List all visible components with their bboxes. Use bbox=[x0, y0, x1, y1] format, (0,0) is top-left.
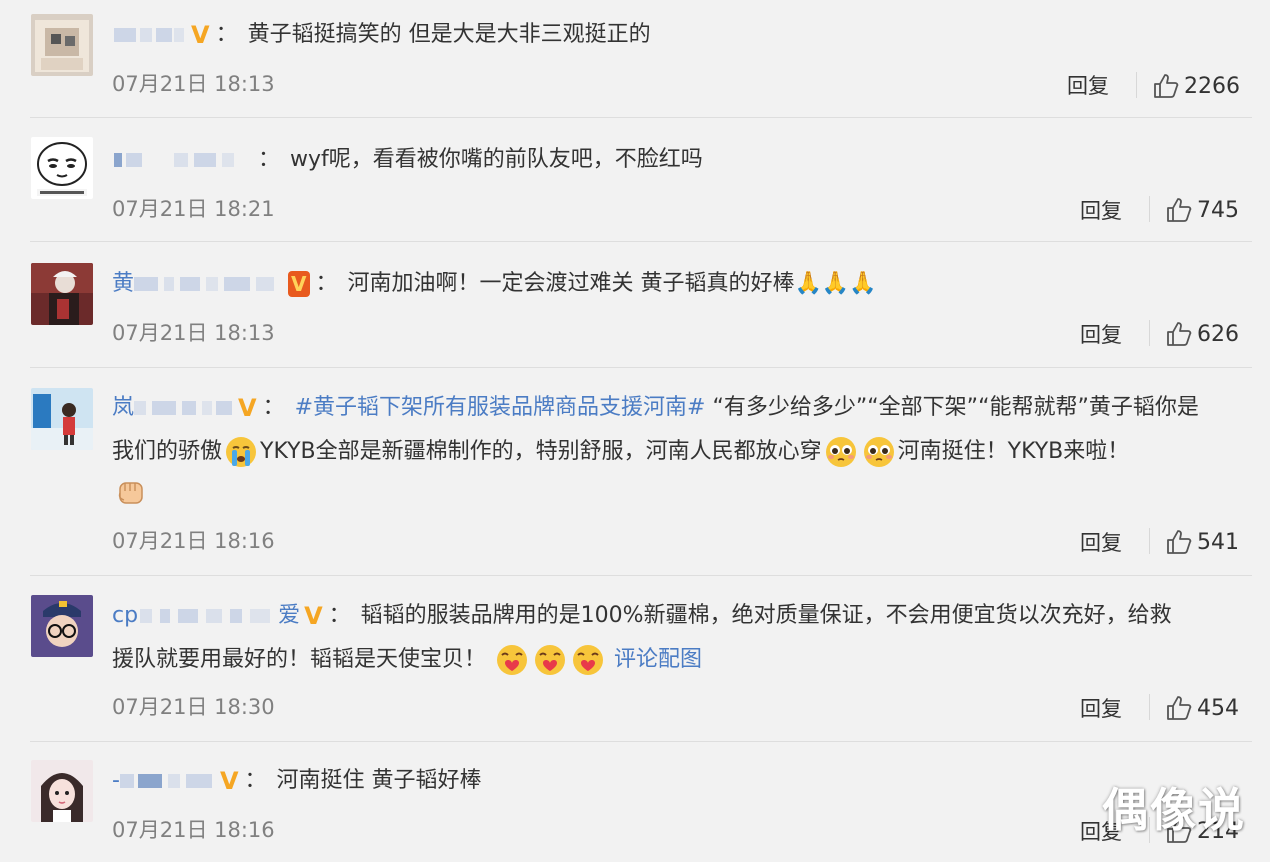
avatar[interactable] bbox=[31, 263, 93, 325]
comment-content: 岚 V： #黄子韬下架所有服装品牌商品支援河南# “有多少给多少”“全部下架”“能… bbox=[112, 393, 1199, 423]
thumbs-up-icon bbox=[1167, 198, 1192, 222]
love-emoji-icon bbox=[495, 643, 529, 677]
comment-text: 河南挺住！YKYB来啦！ bbox=[897, 439, 1130, 464]
comment-time: 07月21日 18:13 bbox=[112, 72, 275, 96]
username[interactable]: - bbox=[112, 768, 120, 793]
avatar[interactable] bbox=[31, 760, 93, 822]
fist-emoji-icon bbox=[114, 475, 148, 509]
username-blurred[interactable] bbox=[119, 770, 216, 792]
thumbs-up-icon bbox=[1167, 696, 1192, 720]
verified-v-icon: V bbox=[288, 271, 310, 297]
comment-divider bbox=[30, 117, 1252, 118]
comment-content-line-3 bbox=[112, 475, 150, 509]
colon: ： bbox=[328, 603, 351, 628]
username-blurred[interactable] bbox=[112, 24, 187, 46]
comment-time: 07月21日 18:16 bbox=[112, 529, 275, 553]
thumbs-up-icon bbox=[1167, 530, 1192, 554]
comment-content: 黄 V： 河南加油啊！一定会渡过难关 黄子韬真的好棒🙏🙏🙏 bbox=[112, 269, 877, 299]
reply-button[interactable]: 回复 bbox=[1080, 319, 1122, 349]
username[interactable]: 黄 bbox=[112, 271, 134, 296]
comment-image-link[interactable]: 评论配图 bbox=[614, 647, 702, 672]
username[interactable]: cp bbox=[112, 603, 138, 628]
avatar[interactable] bbox=[31, 14, 93, 76]
comment-content: V： 黄子韬挺搞笑的 但是大是大非三观挺正的 bbox=[112, 20, 651, 50]
comment-list: V：黄子韬挺搞笑的 但是大是大非三观挺正的 07月21日 18:13 回复 22… bbox=[0, 0, 1270, 862]
verified-v-icon: V bbox=[191, 21, 210, 49]
comment-time: 07月21日 18:16 bbox=[112, 818, 275, 842]
crying-emoji-icon bbox=[224, 435, 258, 469]
topic-hashtag-link[interactable]: #黄子韬下架所有服装品牌商品支援河南# bbox=[295, 395, 706, 420]
like-count: 745 bbox=[1197, 197, 1239, 223]
username[interactable]: 岚 bbox=[112, 395, 134, 420]
verified-v-icon: V bbox=[238, 394, 257, 422]
watermark: 偶像说 bbox=[1102, 783, 1246, 837]
colon: ： bbox=[258, 147, 281, 172]
comment-text: 韬韬的服装品牌用的是100%新疆棉，绝对质量保证，不会用便宜货以次充好，给救 bbox=[360, 603, 1172, 628]
divider bbox=[1149, 196, 1150, 222]
comment-divider bbox=[30, 575, 1252, 576]
thumbs-up-icon bbox=[1154, 74, 1179, 98]
pleading-emoji-icon bbox=[862, 435, 896, 469]
reply-button[interactable]: 回复 bbox=[1080, 527, 1122, 557]
comment-text: 我们的骄傲 bbox=[112, 439, 223, 464]
avatar[interactable] bbox=[31, 388, 93, 450]
like-button[interactable]: 541 bbox=[1165, 528, 1239, 556]
verified-v-icon: V bbox=[219, 767, 239, 795]
divider bbox=[1149, 320, 1150, 346]
thumbs-up-icon bbox=[1167, 322, 1192, 346]
comment-text: 黄子韬挺搞笑的 但是大是大非三观挺正的 bbox=[247, 22, 651, 47]
reply-button[interactable]: 回复 bbox=[1080, 195, 1122, 225]
colon: ： bbox=[244, 768, 267, 793]
like-count: 626 bbox=[1197, 321, 1239, 347]
comment-content: cp 爱 V： 韬韬的服装品牌用的是100%新疆棉，绝对质量保证，不会用便宜货以次充… bbox=[112, 601, 1172, 631]
comment-time: 07月21日 18:13 bbox=[112, 321, 275, 345]
username-suffix[interactable]: 爱 bbox=[278, 603, 300, 628]
comment-content-line-2: 我们的骄傲 YKYB全部是新疆棉制作的，特别舒服，河南人民都放心穿 河南挺住！Y… bbox=[112, 435, 1129, 469]
like-count: 541 bbox=[1197, 529, 1239, 555]
comment-text: “有多少给多少”“全部下架”“能帮就帮”黄子韬你是 bbox=[705, 395, 1199, 420]
pleading-emoji-icon bbox=[824, 435, 858, 469]
username-blurred[interactable] bbox=[134, 273, 284, 295]
like-button[interactable]: 2266 bbox=[1152, 72, 1240, 100]
like-button[interactable]: 745 bbox=[1165, 196, 1239, 224]
like-count: 2266 bbox=[1184, 73, 1240, 99]
comment-text: 河南加油啊！一定会渡过难关 黄子韬真的好棒🙏🙏🙏 bbox=[347, 271, 877, 296]
comment-time: 07月21日 18:30 bbox=[112, 695, 275, 719]
comment-divider bbox=[30, 741, 1252, 742]
like-button[interactable]: 626 bbox=[1165, 320, 1239, 348]
like-button[interactable]: 454 bbox=[1165, 694, 1239, 722]
comment-content: ： wyf呢，看看被你嘴的前队友吧，不脸红吗 bbox=[112, 145, 703, 175]
divider bbox=[1149, 528, 1150, 554]
comment-divider bbox=[30, 367, 1252, 368]
comment-time: 07月21日 18:21 bbox=[112, 197, 275, 221]
comment-content-line-2: 援队就要用最好的！韬韬是天使宝贝！ 评论配图 bbox=[112, 643, 702, 677]
comment-text: wyf呢，看看被你嘴的前队友吧，不脸红吗 bbox=[290, 147, 703, 172]
avatar[interactable] bbox=[31, 137, 93, 199]
colon: ： bbox=[315, 271, 338, 296]
avatar[interactable] bbox=[31, 595, 93, 657]
comment-divider bbox=[30, 241, 1252, 242]
reply-button[interactable]: 回复 bbox=[1067, 70, 1109, 100]
like-count: 454 bbox=[1197, 695, 1239, 721]
comment-content: - V： 河南挺住 黄子韬好棒 bbox=[112, 766, 482, 796]
divider bbox=[1149, 694, 1150, 720]
comment-text: 援队就要用最好的！韬韬是天使宝贝！ bbox=[112, 647, 487, 672]
love-emoji-icon bbox=[571, 643, 605, 677]
reply-button[interactable]: 回复 bbox=[1080, 693, 1122, 723]
divider bbox=[1136, 72, 1137, 98]
comment-text: 河南挺住 黄子韬好棒 bbox=[276, 768, 482, 793]
comment-text: YKYB全部是新疆棉制作的，特别舒服，河南人民都放心穿 bbox=[260, 439, 822, 464]
love-emoji-icon bbox=[533, 643, 567, 677]
colon: ： bbox=[215, 22, 238, 47]
username-blurred[interactable] bbox=[138, 605, 278, 627]
username-blurred[interactable] bbox=[112, 149, 252, 171]
verified-v-icon: V bbox=[304, 602, 323, 630]
username-blurred[interactable] bbox=[134, 397, 234, 419]
colon: ： bbox=[262, 395, 285, 420]
